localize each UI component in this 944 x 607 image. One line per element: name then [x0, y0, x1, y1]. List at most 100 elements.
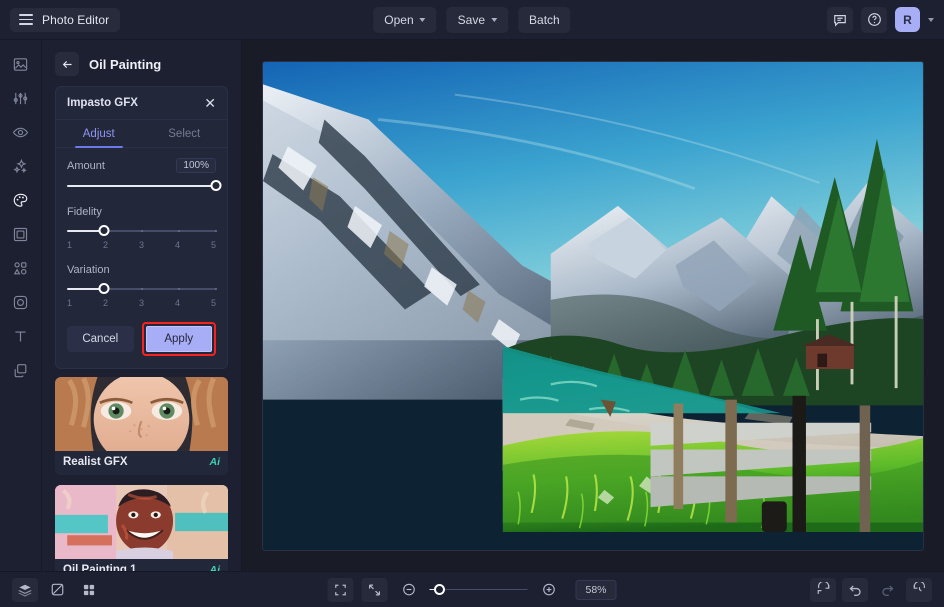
apply-button[interactable]: Apply — [145, 326, 212, 352]
tick-label: 3 — [138, 298, 144, 308]
fit-screen-icon — [335, 584, 346, 595]
help-circle-icon — [867, 13, 881, 26]
zoom-knob[interactable] — [433, 583, 445, 595]
history-icon — [913, 582, 925, 592]
canvas-area — [242, 40, 944, 571]
slider-knob[interactable] — [98, 225, 110, 236]
open-button[interactable]: Open — [373, 6, 437, 33]
effect-card-header: Impasto GFX ✕ — [56, 87, 227, 120]
redo-button[interactable] — [874, 578, 900, 602]
sidebar-item-adjust[interactable] — [6, 86, 36, 110]
hamburger-icon — [19, 14, 33, 25]
sidebar-item-effects[interactable] — [6, 154, 36, 178]
sidebar-item-text[interactable] — [6, 324, 36, 348]
sidebar-item-layers[interactable] — [6, 358, 36, 382]
sidebar-item-shapes[interactable] — [6, 256, 36, 280]
focus-icon — [13, 295, 28, 309]
save-button[interactable]: Save — [446, 6, 509, 33]
tick-label: 2 — [102, 298, 108, 308]
amount-slider[interactable] — [67, 180, 222, 192]
plus-circle-icon — [542, 583, 555, 596]
zoom-in-button[interactable] — [535, 578, 561, 602]
save-label: Save — [457, 12, 486, 27]
sidebar-item-image[interactable] — [6, 52, 36, 76]
tick-label: 5 — [210, 298, 216, 308]
preset-footer: Oil Painting 1 Ai — [55, 559, 228, 571]
list-item[interactable]: Realist GFX Ai — [55, 377, 228, 475]
help-button[interactable] — [861, 6, 887, 33]
ai-badge: Ai — [209, 456, 221, 468]
sidebar-item-frame[interactable] — [6, 222, 36, 246]
zoom-slider[interactable] — [429, 583, 528, 597]
avatar[interactable]: R — [895, 7, 920, 32]
image-canvas[interactable] — [262, 60, 924, 551]
effect-card: Impasto GFX ✕ Adjust Select Amount 100% — [55, 86, 228, 369]
tab-adjust[interactable]: Adjust — [56, 120, 142, 148]
card-actions: Cancel Apply — [56, 312, 227, 368]
amount-row: Amount 100% — [67, 158, 216, 173]
image-icon — [13, 57, 28, 71]
preset-thumbnail — [55, 377, 228, 466]
photo-editor-app: Photo Editor Open Save Batch R Oil Paint… — [0, 0, 944, 607]
variation-row: Variation — [67, 264, 216, 276]
grid-view-button[interactable] — [76, 578, 102, 602]
bottom-bar: 58% — [0, 571, 944, 607]
palette-icon — [13, 193, 28, 207]
chevron-down-icon[interactable] — [928, 17, 934, 22]
ai-badge: Ai — [209, 564, 221, 571]
sidebar-item-artistic[interactable] — [6, 188, 36, 212]
fidelity-row: Fidelity — [67, 206, 216, 218]
sidebar-item-focus[interactable] — [6, 290, 36, 314]
close-icon[interactable]: ✕ — [204, 96, 216, 110]
cancel-button[interactable]: Cancel — [67, 326, 134, 352]
tick-label: 4 — [174, 240, 180, 250]
list-item[interactable]: Oil Painting 1 Ai — [55, 485, 228, 571]
feedback-button[interactable] — [827, 6, 853, 33]
fullscreen-button[interactable] — [361, 577, 388, 602]
slider-fill — [67, 185, 216, 187]
tick-label: 1 — [67, 240, 73, 250]
redo-icon — [881, 585, 894, 596]
bottom-left-tools — [12, 577, 102, 602]
panel-header: Oil Painting — [42, 40, 241, 86]
slider-knob[interactable] — [210, 180, 222, 191]
compare-icon — [51, 583, 63, 596]
fidelity-slider[interactable] — [67, 225, 217, 237]
grid-icon — [83, 584, 95, 595]
frame-icon — [13, 227, 28, 241]
fit-screen-button[interactable] — [327, 577, 354, 602]
text-icon — [15, 330, 26, 342]
undo-button[interactable] — [842, 577, 868, 602]
top-bar: Photo Editor Open Save Batch R — [0, 0, 944, 40]
history-button[interactable] — [906, 577, 932, 602]
control-variation: Variation 1 2 3 4 5 — [56, 254, 227, 312]
minus-circle-icon — [402, 583, 415, 596]
layers-panel-button[interactable] — [12, 577, 38, 602]
variation-slider[interactable] — [67, 283, 217, 295]
undo-icon — [848, 585, 861, 596]
compare-button[interactable] — [44, 578, 70, 602]
back-button[interactable] — [55, 52, 79, 76]
app-menu-button[interactable]: Photo Editor — [10, 7, 121, 32]
fidelity-label: Fidelity — [67, 206, 102, 218]
eye-icon — [12, 127, 29, 137]
tool-rail — [0, 40, 42, 571]
amount-value: 100% — [176, 158, 216, 173]
smiling-man-thumb — [55, 485, 228, 560]
tick-label: 3 — [138, 240, 144, 250]
batch-button[interactable]: Batch — [518, 6, 571, 33]
shapes-icon — [13, 261, 27, 274]
tab-select[interactable]: Select — [142, 120, 228, 147]
chevron-down-icon — [419, 17, 426, 22]
page-title: Oil Painting — [89, 56, 162, 72]
reset-button[interactable] — [810, 577, 836, 602]
layers-stack-icon — [18, 584, 32, 597]
portrait-eyes-thumb — [55, 377, 228, 466]
card-tabs: Adjust Select — [56, 120, 227, 148]
sidebar-item-retouch[interactable] — [6, 120, 36, 144]
tick-label: 5 — [210, 240, 216, 250]
apply-highlight: Apply — [141, 322, 216, 356]
zoom-out-button[interactable] — [395, 578, 421, 602]
slider-knob[interactable] — [98, 283, 110, 294]
amount-label: Amount — [67, 159, 105, 172]
